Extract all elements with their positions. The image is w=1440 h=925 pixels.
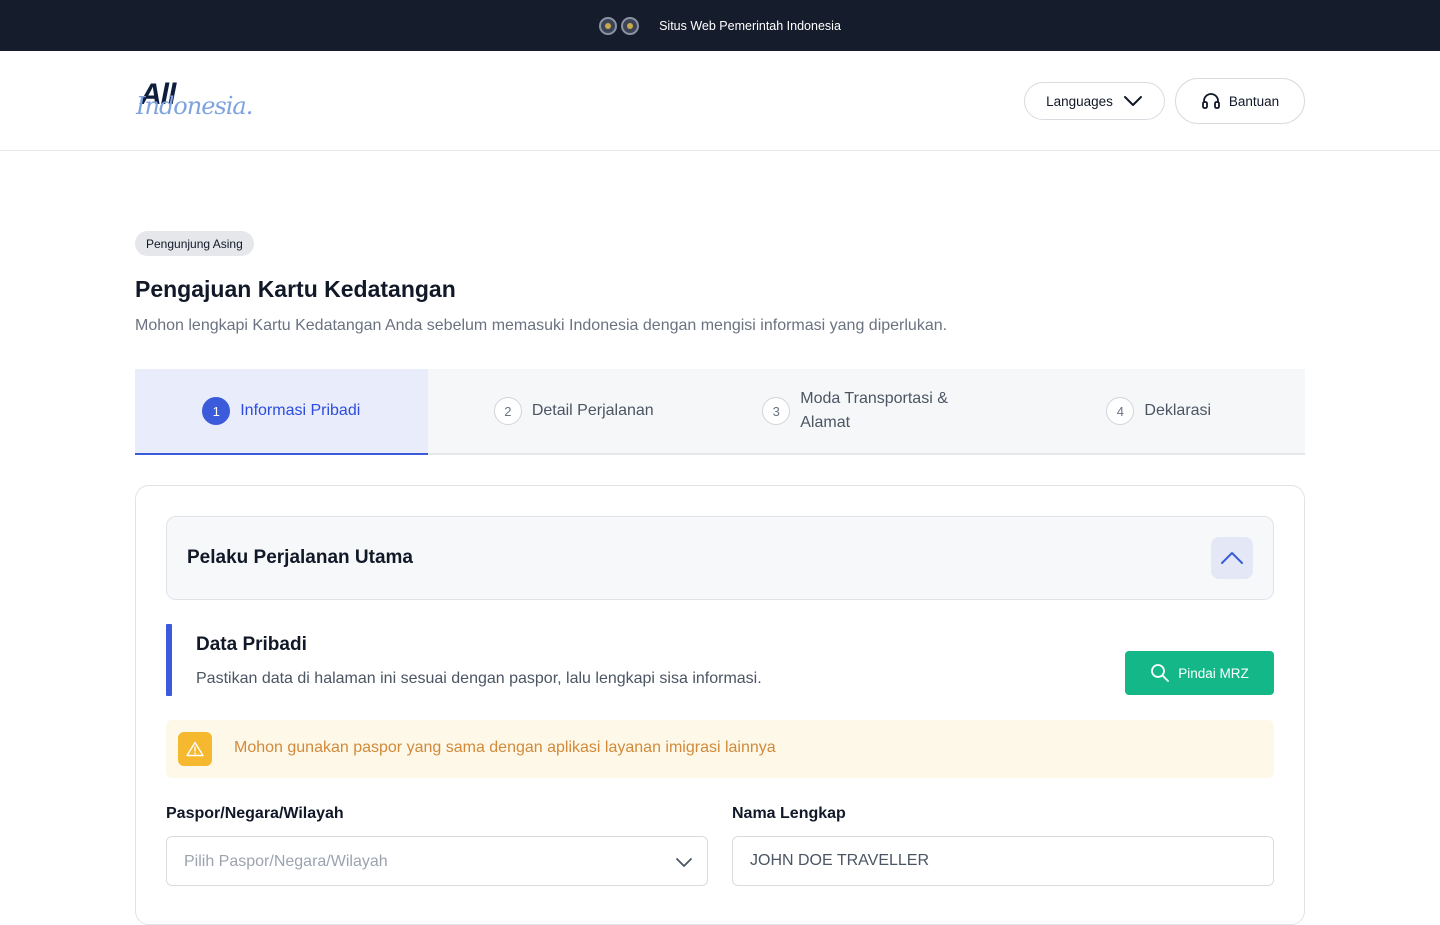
warning-icon: [178, 732, 212, 766]
visitor-type-badge: Pengunjung Asing: [135, 231, 254, 256]
step-label: Detail Perjalanan: [531, 402, 654, 419]
all-indonesia-logo[interactable]: All Indonesia.: [136, 78, 253, 124]
passport-country-placeholder: Pilih Paspor/Negara/Wilayah: [184, 853, 388, 870]
step-number: 3: [762, 397, 791, 425]
page-subtitle: Mohon lengkapi Kartu Kedatangan Anda seb…: [135, 317, 948, 334]
personal-data-section-header: Data Pribadi Pastikan data di halaman in…: [166, 624, 1274, 696]
languages-dropdown-button[interactable]: Languages: [1024, 82, 1165, 120]
step-number: 4: [1106, 397, 1135, 425]
government-banner: Situs Web Pemerintah Indonesia: [0, 0, 1440, 51]
warning-text: Mohon gunakan paspor yang sama dengan ap…: [234, 739, 776, 756]
step-number: 1: [202, 397, 231, 425]
chevron-down-icon: [676, 858, 692, 867]
accordion-title: Pelaku Perjalanan Utama: [187, 547, 413, 568]
step-transport-address[interactable]: 3 Moda Transportasi & Alamat: [720, 369, 1013, 453]
step-number: 2: [493, 397, 522, 425]
government-banner-text: Situs Web Pemerintah Indonesia: [659, 18, 841, 33]
step-personal-information[interactable]: 1 Informasi Pribadi: [135, 369, 428, 455]
main-traveller-accordion-header[interactable]: Pelaku Perjalanan Utama: [166, 516, 1274, 600]
step-label: Moda Transportasi & Alamat: [800, 390, 948, 431]
page-title: Pengajuan Kartu Kedatangan: [135, 276, 456, 302]
step-label: Deklarasi: [1144, 402, 1212, 419]
scan-mrz-button[interactable]: Pindai MRZ: [1125, 651, 1274, 695]
step-label: Informasi Pribadi: [240, 402, 361, 419]
collapse-accordion-button[interactable]: [1211, 537, 1253, 579]
help-button[interactable]: Bantuan: [1175, 78, 1305, 124]
emblems: [599, 16, 640, 35]
logo-text-indonesia: Indonesia.: [136, 92, 253, 120]
scan-mrz-label: Pindai MRZ: [1178, 665, 1249, 681]
passport-country-select[interactable]: Pilih Paspor/Negara/Wilayah: [166, 836, 708, 886]
passport-country-label: Paspor/Negara/Wilayah: [166, 805, 344, 822]
section-title: Data Pribadi: [196, 634, 307, 655]
scan-search-icon: [1151, 664, 1170, 682]
full-name-input[interactable]: [732, 836, 1274, 886]
chevron-up-icon: [1221, 552, 1243, 564]
help-label: Bantuan: [1228, 93, 1280, 109]
immigration-emblem-icon: [621, 16, 640, 35]
passport-warning-alert: Mohon gunakan paspor yang sama dengan ap…: [166, 720, 1274, 778]
step-travel-details[interactable]: 2 Detail Perjalanan: [428, 369, 721, 453]
languages-label: Languages: [1046, 93, 1113, 109]
chevron-down-icon: [1123, 96, 1142, 106]
full-name-label: Nama Lengkap: [732, 805, 846, 822]
section-subtitle: Pastikan data di halaman ini sesuai deng…: [196, 670, 762, 687]
headset-icon: [1201, 93, 1220, 109]
step-declaration[interactable]: 4 Deklarasi: [1013, 369, 1306, 453]
site-header: All Indonesia. Languages Bantuan: [0, 51, 1440, 151]
section-accent-bar: [166, 624, 172, 696]
form-card: Pelaku Perjalanan Utama Data Pribadi Pas…: [135, 485, 1305, 925]
form-stepper: 1 Informasi Pribadi 2 Detail Perjalanan …: [135, 369, 1305, 455]
garuda-emblem-icon: [599, 16, 618, 35]
